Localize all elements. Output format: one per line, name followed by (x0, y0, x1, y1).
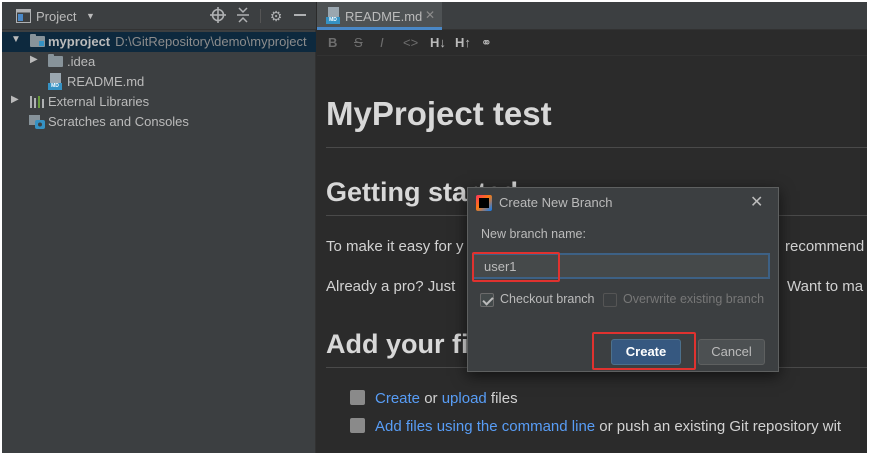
list-item: Create or upload files (350, 390, 518, 407)
overwrite-branch-label[interactable]: Overwrite existing branch (623, 292, 764, 306)
project-folder-icon (30, 34, 45, 47)
tree-item-myproject[interactable]: ▼ myproject D:\GitRepository\demo\myproje… (2, 32, 316, 52)
task-checkbox[interactable] (350, 390, 365, 405)
branch-name-input[interactable] (472, 253, 770, 279)
editor-tab-strip: MD README.md ✕ (317, 2, 867, 30)
collapsed-arrow-icon[interactable]: ▶ (30, 54, 38, 65)
chevron-down-icon[interactable]: ▼ (86, 11, 95, 21)
project-panel-header: Project ▼ ⚙ (2, 2, 316, 30)
strikethrough-icon[interactable]: S (354, 35, 363, 50)
minimize-icon[interactable] (291, 7, 309, 25)
collapse-all-icon[interactable] (234, 7, 252, 25)
ide-window: Project ▼ ⚙ ▼ myproject D:\GitRepository\… (2, 2, 867, 453)
tree-item-label: README.md (67, 74, 145, 89)
tree-item-label: External Libraries (48, 94, 150, 109)
gear-icon[interactable]: ⚙ (267, 7, 285, 25)
folder-icon (48, 54, 63, 67)
markdown-file-icon: MD (48, 73, 62, 90)
create-branch-dialog: Create New Branch ✕ New branch name: Che… (467, 187, 779, 372)
tree-item-label: Scratches and Consoles (48, 114, 189, 129)
tree-item-external-libraries[interactable]: ▶ External Libraries (2, 92, 316, 112)
command-line-link[interactable]: Add files using the command line (375, 418, 595, 435)
checkout-branch-checkbox[interactable] (480, 293, 494, 307)
ide-logo-icon (476, 195, 492, 211)
code-icon[interactable]: <> (403, 35, 418, 50)
markdown-file-icon: MD (326, 7, 340, 24)
preview-paragraph: To make it easy for y (326, 238, 464, 255)
tab-readme[interactable]: MD README.md ✕ (317, 2, 442, 30)
create-link[interactable]: Create (375, 390, 420, 407)
expanded-arrow-icon[interactable]: ▼ (11, 34, 21, 45)
project-view-selector[interactable]: Project (36, 9, 76, 24)
heading-divider (326, 147, 867, 148)
preview-heading-1: MyProject test (326, 95, 552, 132)
preview-paragraph: Want to ma (787, 278, 864, 295)
heading-increase-icon[interactable]: H↑ (455, 35, 471, 50)
dialog-title: Create New Branch (499, 195, 613, 210)
italic-icon[interactable]: I (380, 35, 384, 50)
tree-item-label: .idea (67, 54, 96, 69)
preview-paragraph: Already a pro? Just (326, 278, 456, 295)
project-name: myproject (48, 34, 111, 49)
cancel-button[interactable]: Cancel (698, 339, 765, 365)
task-checkbox[interactable] (350, 418, 365, 433)
close-icon[interactable]: ✕ (750, 192, 763, 212)
project-view-icon[interactable] (16, 9, 31, 23)
checkout-branch-label[interactable]: Checkout branch (500, 292, 595, 306)
project-path: D:\GitRepository\demo\myproject (115, 34, 307, 49)
list-item: Add files using the command line or push… (350, 418, 841, 435)
header-divider (260, 9, 261, 23)
markdown-toolbar: B S I <> H↓ H↑ ⚭ (317, 30, 867, 56)
tree-item-readme[interactable]: MD README.md (2, 72, 316, 92)
scratches-icon (29, 115, 45, 129)
close-icon[interactable]: ✕ (425, 8, 435, 22)
link-icon[interactable]: ⚭ (481, 35, 492, 51)
bold-icon[interactable]: B (328, 35, 337, 50)
tree-item-idea[interactable]: ▶ .idea (2, 52, 316, 72)
upload-link[interactable]: upload (442, 390, 487, 407)
locate-icon[interactable] (209, 7, 227, 25)
tree-item-scratches[interactable]: Scratches and Consoles (2, 112, 316, 132)
heading-decrease-icon[interactable]: H↓ (430, 35, 446, 50)
tab-label: README.md (345, 9, 423, 24)
preview-paragraph: recommend (785, 238, 865, 255)
create-button[interactable]: Create (611, 339, 681, 365)
overwrite-branch-checkbox[interactable] (603, 293, 617, 307)
project-panel: Project ▼ ⚙ ▼ myproject D:\GitRepository\… (2, 2, 316, 453)
branch-name-label: New branch name: (481, 227, 586, 241)
libraries-icon (30, 96, 44, 108)
collapsed-arrow-icon[interactable]: ▶ (11, 94, 19, 105)
